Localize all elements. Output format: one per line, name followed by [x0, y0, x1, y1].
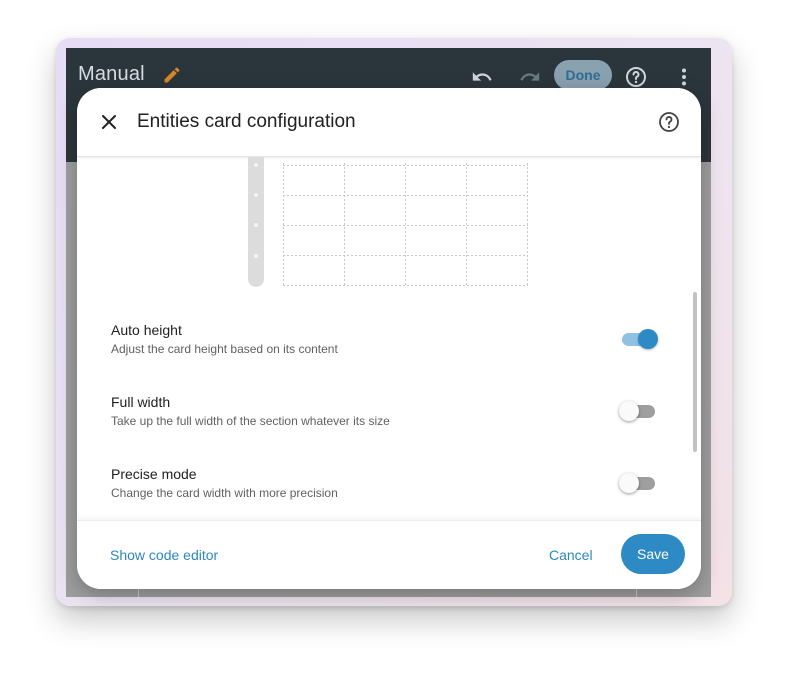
- more-vert-icon[interactable]: [672, 65, 696, 89]
- redo-icon[interactable]: [518, 65, 542, 89]
- auto-height-toggle[interactable]: [619, 328, 659, 350]
- setting-title: Full width: [111, 394, 171, 410]
- done-button[interactable]: Done: [554, 60, 612, 90]
- setting-title: Auto height: [111, 322, 182, 338]
- slider-tick: [254, 223, 258, 227]
- close-icon[interactable]: [97, 110, 121, 134]
- slider-tick: [254, 254, 258, 258]
- undo-icon[interactable]: [470, 65, 494, 89]
- slider-tick: [254, 193, 258, 197]
- setting-precise-mode: Precise mode Change the card width with …: [111, 466, 671, 516]
- setting-description: Change the card width with more precisio…: [111, 486, 338, 500]
- dialog-title: Entities card configuration: [137, 111, 356, 132]
- dialog-footer: Show code editor Cancel Save: [77, 520, 701, 589]
- toggle-knob: [619, 401, 639, 421]
- toggle-knob: [638, 329, 658, 349]
- help-icon[interactable]: [624, 65, 648, 89]
- full-width-toggle[interactable]: [619, 400, 659, 422]
- setting-description: Adjust the card height based on its cont…: [111, 342, 338, 356]
- help-icon[interactable]: [657, 110, 681, 134]
- cancel-button[interactable]: Cancel: [549, 547, 593, 563]
- toggle-knob: [619, 473, 639, 493]
- slider-tick: [254, 163, 258, 167]
- height-slider[interactable]: [248, 157, 264, 287]
- setting-title: Precise mode: [111, 466, 197, 482]
- card-config-dialog: Entities card configuration Auto height …: [77, 88, 701, 589]
- size-grid[interactable]: [283, 163, 529, 287]
- dashboard-title: Manual: [78, 63, 145, 85]
- pencil-icon[interactable]: [162, 65, 182, 90]
- setting-auto-height: Auto height Adjust the card height based…: [111, 322, 671, 372]
- show-code-editor-button[interactable]: Show code editor: [110, 547, 218, 563]
- precise-mode-toggle[interactable]: [619, 472, 659, 494]
- setting-full-width: Full width Take up the full width of the…: [111, 394, 671, 444]
- dialog-scrollbar[interactable]: [693, 292, 697, 452]
- dialog-header: Entities card configuration: [77, 88, 701, 157]
- save-button[interactable]: Save: [621, 534, 685, 574]
- setting-description: Take up the full width of the section wh…: [111, 414, 390, 428]
- card-size-preview: [77, 157, 701, 292]
